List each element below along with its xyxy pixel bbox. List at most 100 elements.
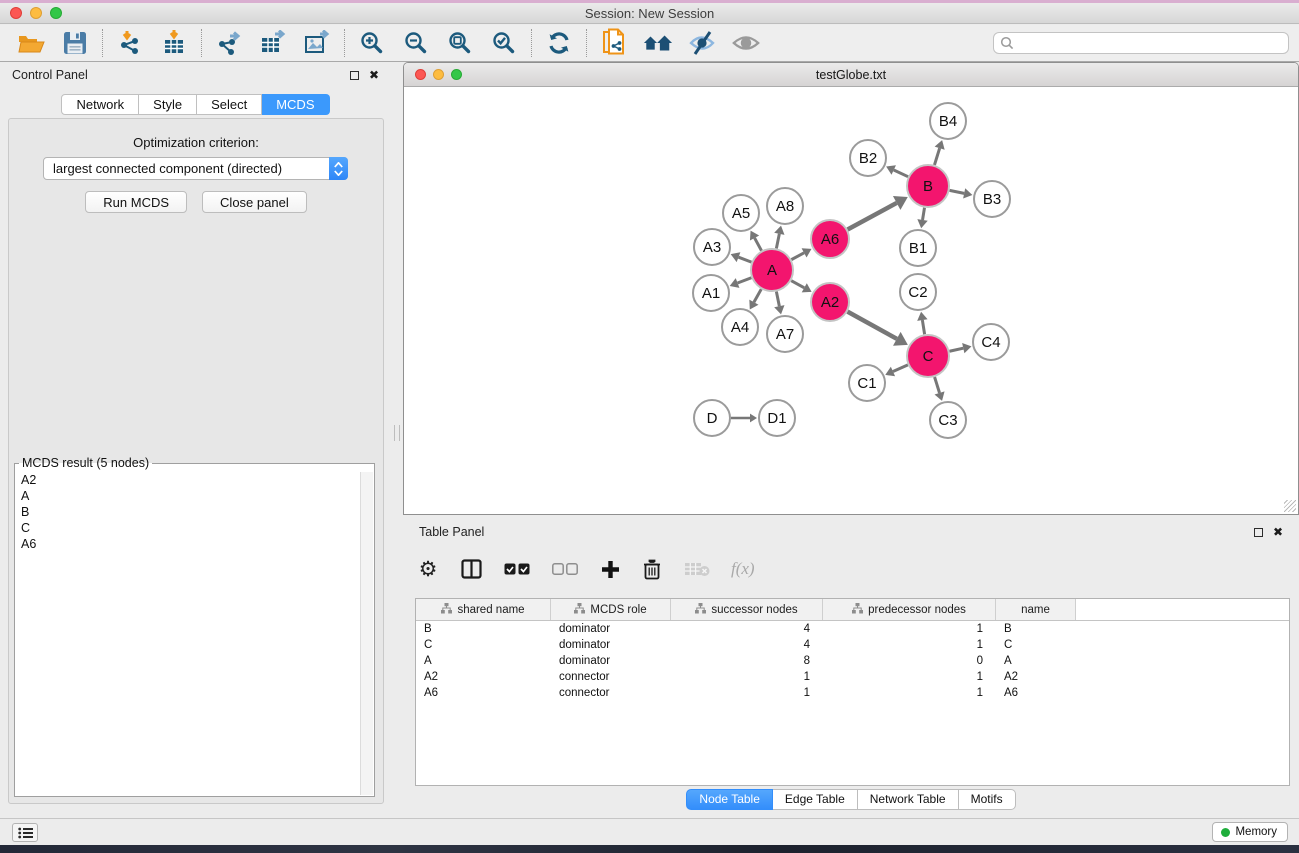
mcds-list-scrollbar[interactable] [360, 472, 373, 795]
close-table-panel-icon[interactable]: ✖ [1273, 526, 1283, 538]
column-header-shared-name[interactable]: shared name [416, 599, 551, 620]
mcds-result-item[interactable]: C [16, 520, 360, 536]
tab-network-table[interactable]: Network Table [858, 789, 959, 810]
cell-successor-nodes[interactable]: 1 [671, 687, 823, 699]
table-row[interactable]: Cdominator41C [416, 637, 1289, 653]
edge-B-B4[interactable] [934, 148, 939, 165]
edge-A-A6[interactable] [791, 253, 804, 260]
edge-A-A1[interactable] [738, 278, 752, 283]
tab-select[interactable]: Select [197, 94, 262, 115]
run-mcds-button[interactable]: Run MCDS [85, 191, 187, 213]
cell-name[interactable]: C [996, 639, 1076, 651]
close-panel-icon[interactable]: ✖ [369, 69, 379, 81]
edge-A-A2[interactable] [791, 281, 804, 288]
tab-network[interactable]: Network [61, 94, 139, 115]
table-row[interactable]: Adominator80A [416, 653, 1289, 669]
cell-predecessor-nodes[interactable]: 0 [823, 655, 996, 667]
edge-A-A7[interactable] [776, 292, 779, 307]
network-minimize-button[interactable] [433, 69, 444, 80]
graph-node-A2[interactable]: A2 [811, 283, 849, 321]
edge-A-A8[interactable] [776, 234, 779, 249]
window-resize-grip[interactable] [1284, 500, 1296, 512]
cell-predecessor-nodes[interactable]: 1 [823, 671, 996, 683]
tab-edge-table[interactable]: Edge Table [773, 789, 858, 810]
import-table-icon[interactable] [159, 28, 189, 58]
edge-B-B2[interactable] [894, 170, 908, 177]
tab-style[interactable]: Style [139, 94, 197, 115]
cell-shared-name[interactable]: A6 [416, 687, 551, 699]
delete-column-icon[interactable] [641, 554, 663, 584]
cell-shared-name[interactable]: A [416, 655, 551, 667]
graph-node-A[interactable]: A [751, 249, 793, 291]
zoom-out-icon[interactable] [401, 28, 431, 58]
cell-predecessor-nodes[interactable]: 1 [823, 623, 996, 635]
select-all-icon[interactable] [503, 554, 531, 584]
network-canvas[interactable]: B4B2BB3A8A5A6A3B1AC2A1A2A4A7C4CC1DD1C3 [404, 87, 1298, 514]
panel-splitter-handle[interactable] [394, 425, 400, 441]
refresh-layout-icon[interactable] [544, 28, 574, 58]
function-builder-icon[interactable]: f(x) [731, 559, 755, 579]
close-window-button[interactable] [10, 7, 22, 19]
cell-name[interactable]: A6 [996, 687, 1076, 699]
edge-B-B1[interactable] [923, 208, 925, 220]
graph-node-A1[interactable]: A1 [693, 275, 729, 311]
export-table-icon[interactable] [258, 28, 288, 58]
import-network-icon[interactable] [115, 28, 145, 58]
column-header-MCDS-role[interactable]: MCDS role [551, 599, 671, 620]
tab-node-table[interactable]: Node Table [686, 789, 773, 810]
table-row[interactable]: Bdominator41B [416, 621, 1289, 637]
network-zoom-button[interactable] [451, 69, 462, 80]
cell-MCDS-role[interactable]: connector [551, 671, 671, 683]
cell-predecessor-nodes[interactable]: 1 [823, 639, 996, 651]
mcds-result-list[interactable]: A2ABCA6 [16, 472, 360, 795]
cell-MCDS-role[interactable]: dominator [551, 639, 671, 651]
open-session-icon[interactable] [16, 28, 46, 58]
show-details-icon[interactable] [731, 28, 761, 58]
graph-node-B[interactable]: B [907, 165, 949, 207]
cell-name[interactable]: A2 [996, 671, 1076, 683]
save-session-icon[interactable] [60, 28, 90, 58]
graph-node-D[interactable]: D [694, 400, 730, 436]
cell-successor-nodes[interactable]: 4 [671, 639, 823, 651]
graph-node-B3[interactable]: B3 [974, 181, 1010, 217]
table-row[interactable]: A6connector11A6 [416, 685, 1289, 701]
float-panel-icon[interactable] [350, 71, 359, 80]
task-history-button[interactable] [12, 823, 38, 842]
cell-shared-name[interactable]: B [416, 623, 551, 635]
criterion-dropdown[interactable]: largest connected component (directed) [43, 157, 348, 180]
graph-node-C1[interactable]: C1 [849, 365, 885, 401]
graph-node-D1[interactable]: D1 [759, 400, 795, 436]
network-graph[interactable]: B4B2BB3A8A5A6A3B1AC2A1A2A4A7C4CC1DD1C3 [404, 87, 1298, 514]
zoom-fit-icon[interactable] [445, 28, 475, 58]
zoom-selected-icon[interactable] [489, 28, 519, 58]
cell-successor-nodes[interactable]: 1 [671, 671, 823, 683]
edge-A6-B[interactable] [848, 203, 897, 230]
float-table-panel-icon[interactable] [1254, 528, 1263, 537]
zoom-window-button[interactable] [50, 7, 62, 19]
edge-A-A4[interactable] [754, 289, 761, 302]
table-row[interactable]: A2connector11A2 [416, 669, 1289, 685]
close-panel-button[interactable]: Close panel [202, 191, 307, 213]
memory-button[interactable]: Memory [1212, 822, 1288, 842]
hide-details-icon[interactable] [687, 28, 717, 58]
edge-C-C4[interactable] [949, 348, 963, 351]
cell-name[interactable]: A [996, 655, 1076, 667]
edge-C-C3[interactable] [935, 377, 940, 393]
graph-node-A7[interactable]: A7 [767, 316, 803, 352]
home-layout-icon[interactable] [643, 28, 673, 58]
cell-successor-nodes[interactable]: 4 [671, 623, 823, 635]
graph-node-B2[interactable]: B2 [850, 140, 886, 176]
graph-node-C3[interactable]: C3 [930, 402, 966, 438]
edge-C-C1[interactable] [893, 365, 908, 372]
edge-B-B3[interactable] [950, 190, 965, 193]
mcds-result-item[interactable]: A [16, 488, 360, 504]
export-image-icon[interactable] [302, 28, 332, 58]
clone-network-icon[interactable] [599, 28, 629, 58]
cell-shared-name[interactable]: C [416, 639, 551, 651]
graph-node-C[interactable]: C [907, 335, 949, 377]
tab-mcds[interactable]: MCDS [262, 94, 329, 115]
cell-MCDS-role[interactable]: connector [551, 687, 671, 699]
window-controls[interactable] [10, 7, 62, 19]
mcds-result-item[interactable]: A2 [16, 472, 360, 488]
delete-table-icon[interactable] [683, 554, 711, 584]
